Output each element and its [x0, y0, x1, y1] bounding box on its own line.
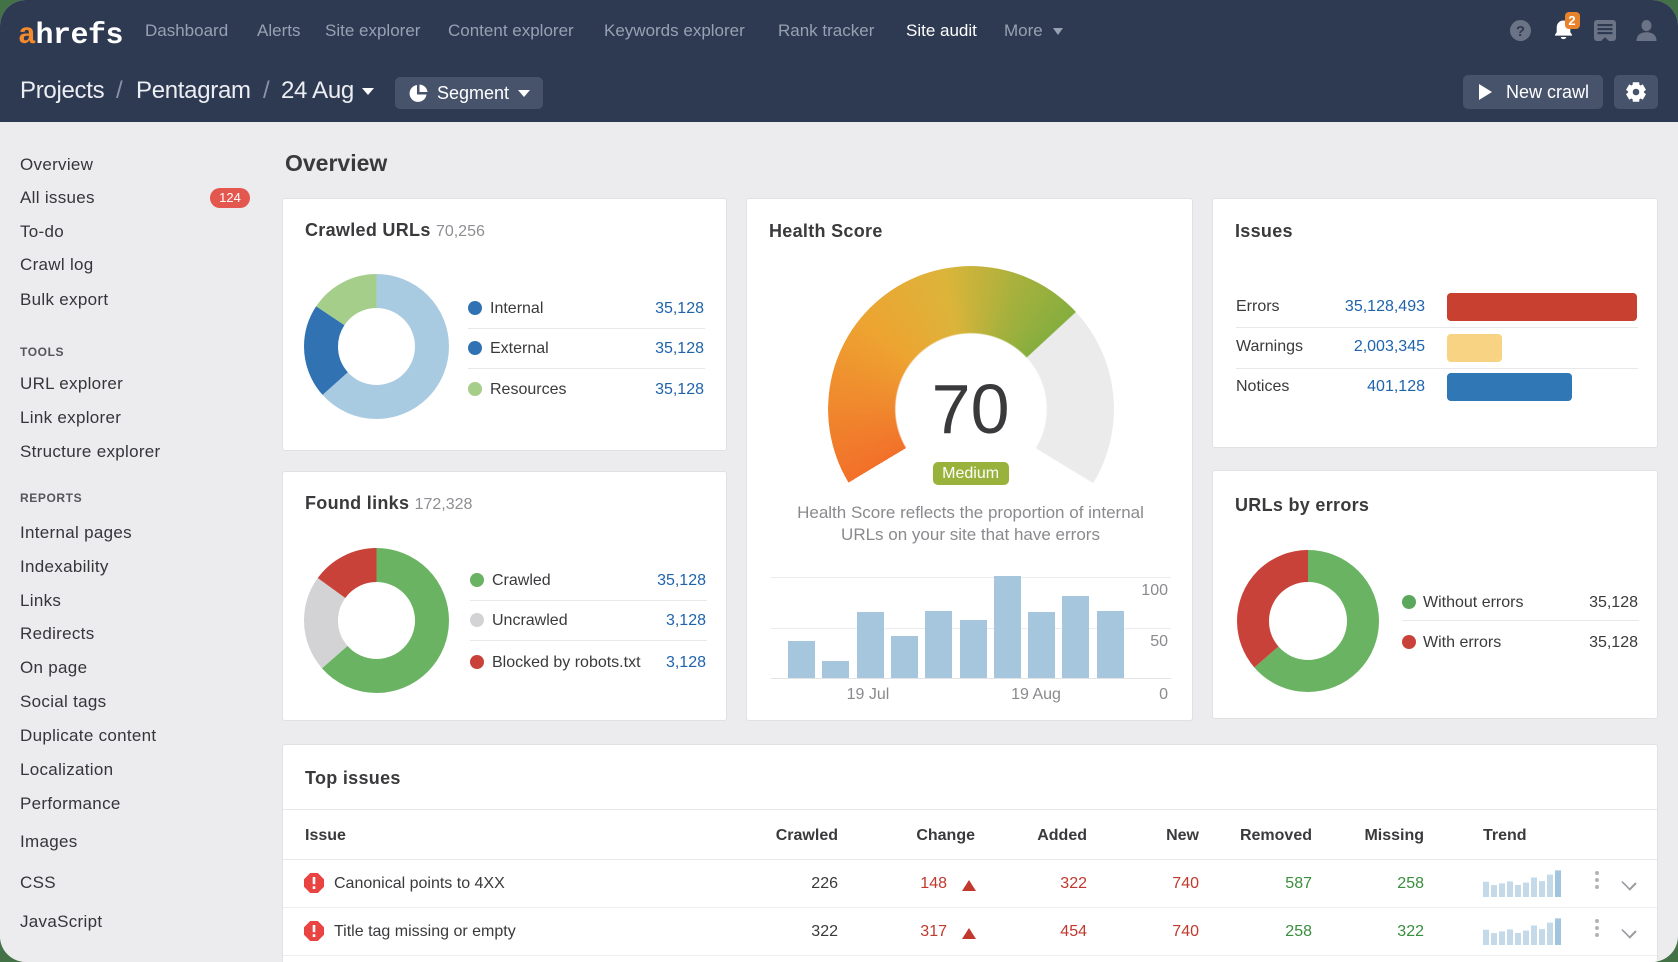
svg-text:?: ?: [1516, 23, 1525, 40]
